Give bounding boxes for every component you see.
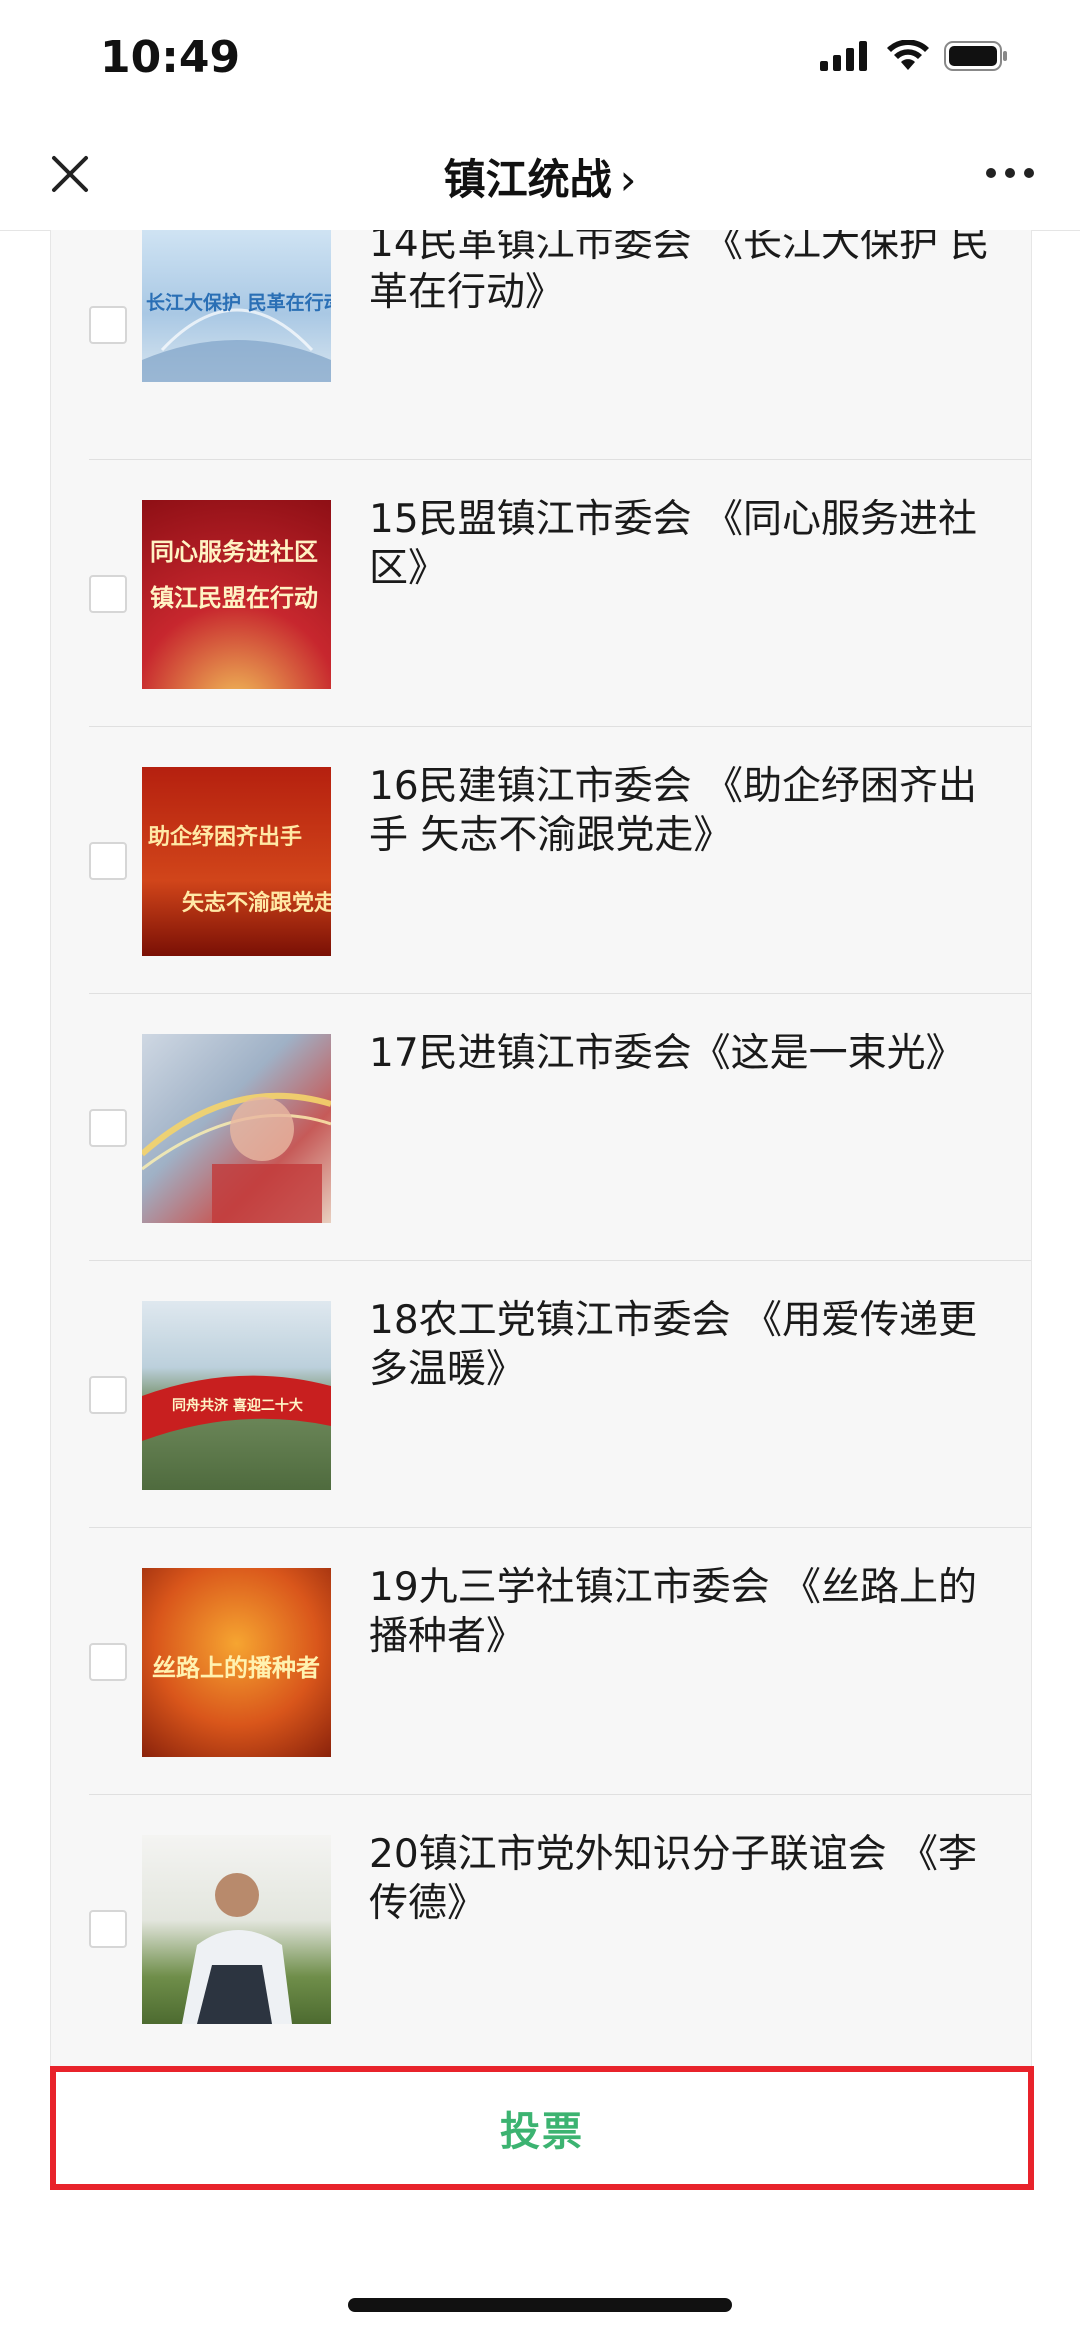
wifi-icon [887, 40, 929, 70]
more-dot [1005, 168, 1015, 178]
list-item[interactable]: 助企纾困齐出手 矢志不渝跟党走 16民建镇江市委会 《助企纾困齐出手 矢志不渝跟… [51, 727, 1031, 994]
thumbnail-caption: 长江大保护 民革在行动 [146, 292, 331, 314]
candidate-list[interactable]: 长江大保护 民革在行动 14民革镇江市委会 《长江大保护 民革在行动》 同心服务… [50, 230, 1032, 2066]
item-title: 14民革镇江市委会 《长江大保护 民革在行动》 [369, 230, 990, 315]
item-checkbox[interactable] [89, 1910, 127, 1948]
vote-button[interactable]: 投票 [56, 2072, 1028, 2184]
thumbnail-caption-line-1: 同心服务进社区 [150, 538, 318, 566]
item-title: 15民盟镇江市委会 《同心服务进社区》 [369, 497, 978, 591]
item-checkbox[interactable] [89, 1643, 127, 1681]
vote-button-highlight: 投票 [50, 2066, 1034, 2190]
more-dot [986, 168, 996, 178]
home-indicator [348, 2298, 732, 2312]
more-dot [1024, 168, 1034, 178]
item-title: 17民进镇江市委会《这是一束光》 [369, 1031, 965, 1076]
thumbnail-caption-line-2: 矢志不渝跟党走 [182, 891, 331, 916]
thumbnail-caption-line-2: 镇江民盟在行动 [150, 584, 318, 612]
item-thumbnail: 长江大保护 民革在行动 [142, 230, 331, 382]
item-thumbnail: 同心服务进社区 镇江民盟在行动 [142, 500, 331, 689]
item-thumbnail [142, 1835, 331, 2024]
battery-icon [944, 41, 1007, 71]
item-thumbnail: 丝路上的播种者 [142, 1568, 331, 1757]
more-icon[interactable] [986, 168, 1034, 178]
list-item[interactable]: 同心服务进社区 镇江民盟在行动 15民盟镇江市委会 《同心服务进社区》 [51, 460, 1031, 727]
item-thumbnail: 助企纾困齐出手 矢志不渝跟党走 [142, 767, 331, 956]
item-thumbnail: 同舟共济 喜迎二十大 [142, 1301, 331, 1490]
item-checkbox[interactable] [89, 1109, 127, 1147]
item-title: 18农工党镇江市委会 《用爱传递更多温暖》 [369, 1298, 978, 1392]
item-title: 16民建镇江市委会 《助企纾困齐出手 矢志不渝跟党走》 [369, 764, 978, 858]
item-checkbox[interactable] [89, 575, 127, 613]
item-thumbnail [142, 1034, 331, 1223]
item-checkbox[interactable] [89, 1376, 127, 1414]
thumbnail-caption: 丝路上的播种者 [152, 1654, 320, 1682]
signal-icon [820, 41, 867, 71]
nav-bar: 镇江统战 › [0, 118, 1080, 231]
list-item[interactable]: 17民进镇江市委会《这是一束光》 [51, 994, 1031, 1261]
status-icons [820, 40, 1010, 72]
list-item[interactable]: 长江大保护 民革在行动 14民革镇江市委会 《长江大保护 民革在行动》 [51, 230, 1031, 460]
chevron-right-icon: › [619, 155, 637, 204]
list-item[interactable]: 20镇江市党外知识分子联谊会 《李传德》 [51, 1795, 1031, 2062]
item-title: 19九三学社镇江市委会 《丝路上的播种者》 [369, 1565, 978, 1659]
page-title[interactable]: 镇江统战 › [0, 146, 1080, 207]
thumbnail-caption-line-1: 助企纾困齐出手 [148, 825, 303, 850]
item-checkbox[interactable] [89, 306, 127, 344]
status-bar: 10:49 [0, 0, 1080, 118]
page-title-text: 镇江统战 [443, 155, 612, 204]
thumbnail-caption: 同舟共济 喜迎二十大 [172, 1398, 303, 1414]
list-item[interactable]: 同舟共济 喜迎二十大 18农工党镇江市委会 《用爱传递更多温暖》 [51, 1261, 1031, 1528]
item-checkbox[interactable] [89, 842, 127, 880]
status-time: 10:49 [100, 32, 241, 83]
item-title: 20镇江市党外知识分子联谊会 《李传德》 [369, 1832, 978, 1926]
list-item[interactable]: 丝路上的播种者 19九三学社镇江市委会 《丝路上的播种者》 [51, 1528, 1031, 1795]
